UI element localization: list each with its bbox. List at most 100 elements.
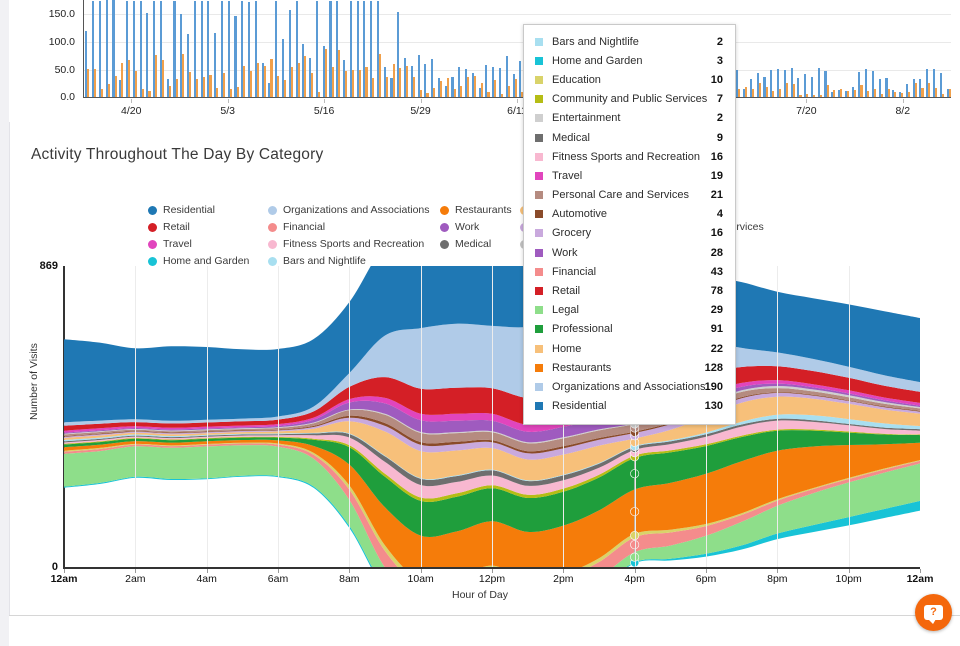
timeline-bar-group[interactable] <box>247 0 254 97</box>
timeline-bar-group[interactable] <box>98 0 105 97</box>
timeline-bar-group[interactable] <box>308 0 315 97</box>
timeline-bar-group[interactable] <box>776 0 783 97</box>
timeline-bar-group[interactable] <box>864 0 871 97</box>
timeline-bar-group[interactable] <box>762 0 769 97</box>
timeline-bar-group[interactable] <box>233 0 240 97</box>
legend-item-restaurants[interactable]: Restaurants <box>440 202 512 219</box>
timeline-bar-group[interactable] <box>830 0 837 97</box>
timeline-bar-group[interactable] <box>945 0 951 97</box>
timeline-bar-group[interactable] <box>342 0 349 97</box>
timeline-bar-group[interactable] <box>84 0 91 97</box>
legend-item-medical[interactable]: Medical <box>440 236 512 253</box>
timeline-bar-group[interactable] <box>742 0 749 97</box>
timeline-bar-group[interactable] <box>403 0 410 97</box>
legend-item-retail[interactable]: Retail <box>148 219 249 236</box>
timeline-bar-group[interactable] <box>871 0 878 97</box>
legend-item-travel[interactable]: Travel <box>148 236 249 253</box>
timeline-bar-group[interactable] <box>152 0 159 97</box>
timeline-plot[interactable] <box>83 0 951 98</box>
timeline-bar-group[interactable] <box>782 0 789 97</box>
timeline-bar-group[interactable] <box>477 0 484 97</box>
timeline-bar-group[interactable] <box>905 0 912 97</box>
timeline-bar-group[interactable] <box>410 0 417 97</box>
timeline-bar-group[interactable] <box>369 0 376 97</box>
timeline-bar-group[interactable] <box>925 0 932 97</box>
timeline-bar-group[interactable] <box>769 0 776 97</box>
timeline-bar-group[interactable] <box>891 0 898 97</box>
timeline-bar-group[interactable] <box>315 0 322 97</box>
timeline-bar-group[interactable] <box>145 0 152 97</box>
timeline-bar-group[interactable] <box>823 0 830 97</box>
timeline-bar-group[interactable] <box>457 0 464 97</box>
timeline-bar-group[interactable] <box>416 0 423 97</box>
timeline-bar-group[interactable] <box>735 0 742 97</box>
timeline-bar-group[interactable] <box>91 0 98 97</box>
timeline-bar-group[interactable] <box>138 0 145 97</box>
timeline-bar-group[interactable] <box>918 0 925 97</box>
timeline-bar-group[interactable] <box>803 0 810 97</box>
timeline-bar-group[interactable] <box>877 0 884 97</box>
timeline-bar-chart[interactable]: 150.0100.050.00.0 4/205/35/165/296/116/2… <box>9 0 960 122</box>
timeline-bar-group[interactable] <box>511 0 518 97</box>
timeline-bar-group[interactable] <box>837 0 844 97</box>
streamgraph-plot[interactable] <box>64 266 920 567</box>
timeline-bar-group[interactable] <box>321 0 328 97</box>
timeline-bar-group[interactable] <box>348 0 355 97</box>
timeline-bar-group[interactable] <box>159 0 166 97</box>
timeline-bar-group[interactable] <box>443 0 450 97</box>
timeline-bar-group[interactable] <box>172 0 179 97</box>
timeline-bar-group[interactable] <box>125 0 132 97</box>
timeline-bar-group[interactable] <box>267 0 274 97</box>
timeline-bar-group[interactable] <box>857 0 864 97</box>
timeline-bar-group[interactable] <box>281 0 288 97</box>
timeline-bar-group[interactable] <box>396 0 403 97</box>
timeline-bar-group[interactable] <box>844 0 851 97</box>
timeline-bar-group[interactable] <box>437 0 444 97</box>
timeline-bar-group[interactable] <box>471 0 478 97</box>
timeline-bar-group[interactable] <box>932 0 939 97</box>
timeline-bar-group[interactable] <box>213 0 220 97</box>
timeline-bar-group[interactable] <box>287 0 294 97</box>
legend-item-residential[interactable]: Residential <box>148 202 249 219</box>
timeline-bar-group[interactable] <box>504 0 511 97</box>
timeline-bar-group[interactable] <box>131 0 138 97</box>
help-button[interactable]: ? <box>915 594 952 631</box>
timeline-bar-group[interactable] <box>796 0 803 97</box>
timeline-bar-group[interactable] <box>450 0 457 97</box>
timeline-bar-group[interactable] <box>938 0 945 97</box>
timeline-bar-group[interactable] <box>464 0 471 97</box>
timeline-bar-group[interactable] <box>755 0 762 97</box>
timeline-bar-group[interactable] <box>911 0 918 97</box>
timeline-bar-group[interactable] <box>898 0 905 97</box>
timeline-bar-group[interactable] <box>179 0 186 97</box>
timeline-bar-group[interactable] <box>294 0 301 97</box>
timeline-bar-group[interactable] <box>816 0 823 97</box>
timeline-bar-group[interactable] <box>186 0 193 97</box>
timeline-bar-group[interactable] <box>104 0 111 97</box>
timeline-bar-group[interactable] <box>789 0 796 97</box>
legend-item-work[interactable]: Work <box>440 219 512 236</box>
timeline-bar-group[interactable] <box>193 0 200 97</box>
legend-item-financial[interactable]: Financial <box>268 219 430 236</box>
legend-item-fitness-sports-and-recreation[interactable]: Fitness Sports and Recreation <box>268 236 430 253</box>
timeline-bar-group[interactable] <box>430 0 437 97</box>
timeline-bar-group[interactable] <box>389 0 396 97</box>
timeline-bar-group[interactable] <box>118 0 125 97</box>
timeline-bar-group[interactable] <box>810 0 817 97</box>
timeline-bar-group[interactable] <box>165 0 172 97</box>
timeline-bar-group[interactable] <box>240 0 247 97</box>
timeline-bar-group[interactable] <box>491 0 498 97</box>
timeline-bar-group[interactable] <box>254 0 261 97</box>
timeline-bar-group[interactable] <box>382 0 389 97</box>
timeline-bar-group[interactable] <box>884 0 891 97</box>
timeline-bar-group[interactable] <box>301 0 308 97</box>
legend-item-organizations-and-associations[interactable]: Organizations and Associations <box>268 202 430 219</box>
timeline-bar-group[interactable] <box>850 0 857 97</box>
timeline-bar-group[interactable] <box>498 0 505 97</box>
timeline-bar-group[interactable] <box>220 0 227 97</box>
timeline-bar-group[interactable] <box>362 0 369 97</box>
timeline-bar-group[interactable] <box>260 0 267 97</box>
timeline-bar-group[interactable] <box>355 0 362 97</box>
timeline-bar-group[interactable] <box>328 0 335 97</box>
timeline-bar-group[interactable] <box>274 0 281 97</box>
